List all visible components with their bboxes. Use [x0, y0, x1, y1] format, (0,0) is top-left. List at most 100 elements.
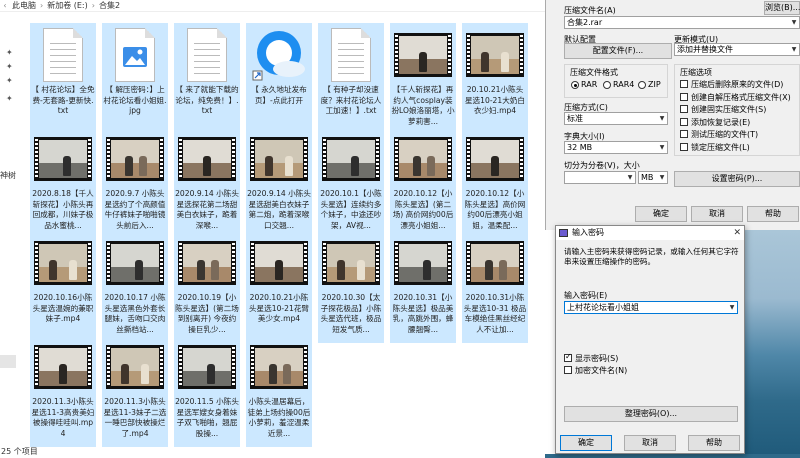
profile-button[interactable]: 配置文件(F)... [564, 43, 672, 59]
file-item[interactable]: 【千人斩探花】再约人气cosplay装扮LO娘洛丽塔，小萝莉害... [390, 23, 456, 135]
split-size-input[interactable]: ▼ [564, 171, 636, 184]
file-item[interactable]: 【 解压密码：】上村花论坛看小姐姐.jpg [102, 23, 168, 135]
pin-icon[interactable]: ✦ [6, 48, 13, 57]
option-checkbox[interactable] [680, 92, 688, 101]
option-label[interactable]: 创建固实压缩文件(S) [691, 104, 766, 115]
breadcrumb-drive[interactable]: 新加卷 (E:) [45, 0, 90, 11]
file-item[interactable]: 20.10.21小陈头星选10-21大奶白衣少妇.mp4 [462, 23, 528, 135]
nav-item-selected[interactable] [0, 355, 16, 368]
file-item[interactable]: 2020.10.17 小陈头星选黑色外套长腿妹，舌吻口交肉丝撕档站... [102, 231, 168, 343]
browse-button[interactable]: 浏览(B)... [764, 1, 800, 15]
chevron-down-icon[interactable]: ▼ [625, 172, 635, 183]
method-select[interactable]: 标准 ▼ [564, 112, 668, 125]
file-item[interactable]: 【 永久地址发布页】-点此打开 [246, 23, 312, 135]
chevron-down-icon[interactable]: ▼ [657, 172, 667, 183]
chevron-down-icon[interactable]: ▼ [789, 17, 799, 28]
split-unit-value: MB [641, 173, 654, 182]
update-mode-select[interactable]: 添加并替换文件 ▼ [674, 43, 800, 56]
nav-item-label[interactable]: 神树 [0, 170, 16, 181]
organize-passwords-button[interactable]: 整理密码(O)... [564, 406, 738, 422]
file-item[interactable]: 2020.10.1【小陈头星选】连续约多个妹子，中途还吵架，AV视... [318, 127, 384, 239]
encrypt-filenames-label[interactable]: 加密文件名(N) [575, 365, 627, 376]
password-input-value: 上村花论坛看小姐姐 [567, 303, 639, 312]
chevron-left-icon[interactable]: ‹ [0, 1, 10, 10]
archive-settings-dialog: 压缩文件名(A) 浏览(B)... 合集2.rar ▼ 默认配置 配置文件(F)… [545, 0, 800, 230]
encrypt-filenames-checkbox[interactable] [564, 366, 572, 374]
file-item[interactable]: 2020.9.7 小陈头星选约了个高颜值牛仔裤妹子啪啪镜头前后入... [102, 127, 168, 239]
format-zip-radio[interactable] [638, 81, 646, 89]
dictionary-select[interactable]: 32 MB ▼ [564, 141, 668, 154]
file-item[interactable]: 【 村花论坛】全免费-无套路-更新快.txt [30, 23, 96, 135]
file-item[interactable]: 2020.11.3小陈头星选11-3高贵美妇被操得哇哇叫.mp4 [30, 335, 96, 447]
format-rar4-label[interactable]: RAR4 [613, 80, 634, 89]
password-dialog-titlebar[interactable]: 输入密码 ✕ [556, 226, 744, 240]
file-item[interactable]: 【 有种子却没速度？来村花论坛人工加速！】.txt [318, 23, 384, 135]
close-icon[interactable]: ✕ [733, 226, 741, 240]
show-password-label[interactable]: 显示密码(S) [575, 353, 618, 364]
file-item[interactable]: 2020.10.12【小陈头星选】(第二场) 高价网约00后漂亮小姐姐... [390, 127, 456, 239]
set-password-button[interactable]: 设置密码(P)... [674, 171, 800, 187]
option-checkbox[interactable] [680, 142, 688, 151]
file-name: 【 永久地址发布页】-点此打开 [251, 85, 307, 105]
option-checkbox[interactable] [680, 117, 688, 126]
format-rar4-radio[interactable] [603, 81, 611, 89]
file-item[interactable]: 2020.9.14 小陈头星选甜美白衣妹子第二炮，跪着深喉口交翘... [246, 127, 312, 239]
split-unit-select[interactable]: MB ▼ [638, 171, 668, 184]
pin-icon[interactable]: ✦ [6, 94, 13, 103]
breadcrumb-folder[interactable]: 合集2 [97, 0, 122, 11]
format-rar-radio[interactable] [571, 81, 579, 89]
archive-help-button[interactable]: 帮助 [747, 206, 799, 222]
file-thumbnail [250, 27, 308, 83]
password-ok-button[interactable]: 确定 [560, 435, 612, 451]
password-dialog-title: 输入密码 [572, 228, 604, 237]
file-item[interactable]: 2020.11.3小陈头星选11-3妹子二选一睡巴部快被操烂了.mp4 [102, 335, 168, 447]
archive-name-combo[interactable]: 合集2.rar ▼ [564, 16, 800, 29]
video-file-icon [34, 241, 92, 285]
option-checkbox[interactable] [680, 130, 688, 138]
file-item[interactable]: 2020.10.30【太子探花极品】小陈头星选代班，极品短发气质... [318, 231, 384, 343]
file-item[interactable]: 小陈头温居幕后，徒弟上场约操00后小萝莉，羞涩温柔近景... [246, 335, 312, 447]
breadcrumb-this-pc[interactable]: 此电脑 [10, 0, 38, 11]
option-label[interactable]: 添加恢复记录(E) [691, 117, 750, 128]
option-label[interactable]: 锁定压缩文件(L) [691, 142, 750, 153]
file-item[interactable]: 【 来了就能下载的论坛，纯免费！】.txt [174, 23, 240, 135]
pin-icon[interactable]: ✦ [6, 76, 13, 85]
option-checkbox[interactable] [680, 80, 688, 88]
video-file-icon [106, 241, 164, 285]
chevron-right-icon[interactable]: › [90, 1, 97, 10]
file-item[interactable]: 2020.10.31【小陈头星选】极品美乳，高跳外围，蜂腰翘臀... [390, 231, 456, 343]
format-rar-label[interactable]: RAR [581, 80, 597, 89]
password-help-button[interactable]: 帮助 [688, 435, 740, 451]
option-label[interactable]: 测试压缩的文件(T) [691, 129, 758, 140]
option-label[interactable]: 压缩后删除原来的文件(D) [691, 79, 783, 90]
file-item[interactable]: 2020.9.14 小陈头星选探花第二场甜美白衣妹子，跪着深喉... [174, 127, 240, 239]
archive-cancel-button[interactable]: 取消 [691, 206, 743, 222]
archive-ok-button[interactable]: 确定 [635, 206, 687, 222]
password-cancel-button[interactable]: 取消 [624, 435, 676, 451]
file-item[interactable]: 2020.10.19【小陈头星选】(第二场到别离开) 今夜约操巨乳少... [174, 231, 240, 343]
file-item[interactable]: 2020.10.21小陈头星选10-21花臂美少女.mp4 [246, 231, 312, 343]
chevron-down-icon[interactable]: ▼ [657, 113, 667, 124]
chevron-down-icon[interactable]: ▼ [727, 302, 737, 313]
option-label[interactable]: 创建自解压格式压缩文件(X) [691, 92, 791, 103]
format-zip-label[interactable]: ZIP [648, 80, 661, 89]
pin-icon[interactable]: ✦ [6, 62, 13, 71]
archive-name-label: 压缩文件名(A) [564, 6, 616, 15]
chevron-down-icon[interactable]: ▼ [789, 44, 799, 55]
address-bar[interactable]: ‹ 此电脑 › 新加卷 (E:) › 合集2 [0, 0, 545, 12]
chevron-right-icon[interactable]: › [38, 1, 45, 10]
password-input[interactable]: 上村花论坛看小姐姐 ▼ [564, 301, 738, 314]
file-item[interactable]: 2020.10.12【小陈头星选】高价网约00后漂亮小姐姐，温柔配... [462, 127, 528, 239]
show-password-checkbox[interactable] [564, 352, 572, 362]
file-name: 20.10.21小陈头星选10-21大奶白衣少妇.mp4 [464, 85, 526, 116]
file-item[interactable]: 2020.10.31小陈头星选10-31 极品车模绝佳黑丝经纪人不让加... [462, 231, 528, 343]
file-name: 2020.9.7 小陈头星选约了个高颜值牛仔裤妹子啪啪镜头前后入... [104, 189, 166, 230]
file-item[interactable]: 2020.10.16小陈头星选温婉的兼职妹子.mp4 [30, 231, 96, 343]
option-checkbox[interactable] [680, 105, 688, 113]
file-item[interactable]: 2020.8.18【千人斩探花】小陈头再回成都，川妹子极品水蜜桃... [30, 127, 96, 239]
file-item[interactable]: 2020.11.5 小陈头星选军嫂女身着妹子双飞啪啪，翘屁股操... [174, 335, 240, 447]
file-name: 2020.10.19【小陈头星选】(第二场到别离开) 今夜约操巨乳少... [175, 293, 239, 334]
chevron-down-icon[interactable]: ▼ [657, 142, 667, 153]
image-file-icon [115, 28, 155, 82]
video-file-icon [106, 345, 164, 389]
